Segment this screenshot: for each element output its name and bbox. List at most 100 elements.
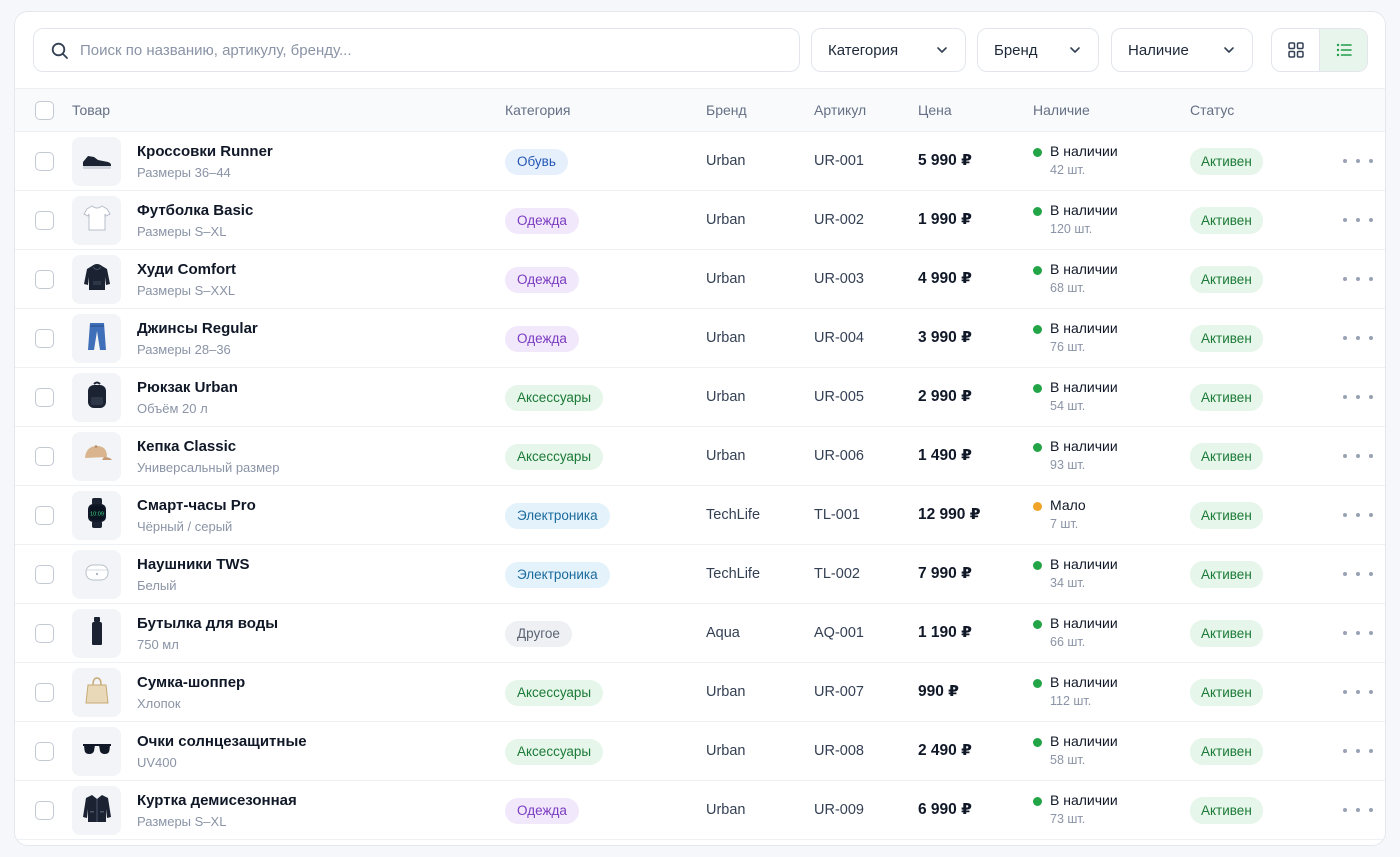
- table-row[interactable]: Куртка демисезонная Размеры S–XL Одежда Urb…: [15, 781, 1385, 840]
- product-name[interactable]: Кепка Classic: [137, 438, 236, 455]
- product-thumbnail: [72, 550, 121, 599]
- row-checkbox[interactable]: [35, 152, 54, 171]
- sneaker-icon: [80, 142, 114, 181]
- more-actions-icon[interactable]: [1343, 388, 1373, 406]
- smartwatch-icon: 10:09: [80, 496, 114, 535]
- table-row[interactable]: 10:09 Смарт-часы Pro Чёрный / серый Электро…: [15, 486, 1385, 545]
- table-row[interactable]: Рюкзак Urban Объём 20 л Аксессуары Urban UR-…: [15, 368, 1385, 427]
- more-actions-icon[interactable]: [1343, 152, 1373, 170]
- brand-cell: Urban: [706, 802, 746, 818]
- more-actions-icon[interactable]: [1343, 801, 1373, 819]
- row-checkbox[interactable]: [35, 270, 54, 289]
- product-name[interactable]: Наушники TWS: [137, 556, 250, 573]
- search-input[interactable]: [80, 29, 780, 71]
- status-badge: Активен: [1190, 384, 1263, 411]
- price-cell: 6 990 ₽: [918, 801, 972, 818]
- product-thumbnail: [72, 255, 121, 304]
- product-name[interactable]: Кроссовки Runner: [137, 143, 273, 160]
- grid-view-button[interactable]: [1272, 29, 1319, 71]
- category-badge: Другое: [505, 621, 572, 647]
- sku-cell: UR-005: [814, 389, 864, 405]
- table-row[interactable]: Сумка-шоппер Хлопок Аксессуары Urban UR-007 9…: [15, 663, 1385, 722]
- backpack-icon: [80, 378, 114, 417]
- category-badge: Электроника: [505, 562, 610, 588]
- stock-indicator-dot: [1033, 266, 1042, 275]
- table-row[interactable]: Худи Comfort Размеры S–XXL Одежда Urban UR-0…: [15, 250, 1385, 309]
- brand-cell: Urban: [706, 448, 746, 464]
- price-cell: 5 990 ₽: [918, 152, 972, 169]
- row-checkbox[interactable]: [35, 742, 54, 761]
- sunglasses-icon: [80, 732, 114, 771]
- table-row[interactable]: Джинсы Regular Размеры 28–36 Одежда Urban UR…: [15, 309, 1385, 368]
- product-name[interactable]: Джинсы Regular: [137, 320, 258, 337]
- row-checkbox[interactable]: [35, 801, 54, 820]
- stock-filter-label: Наличие: [1128, 41, 1189, 59]
- product-name[interactable]: Худи Comfort: [137, 261, 236, 278]
- more-actions-icon[interactable]: [1343, 270, 1373, 288]
- product-variant: Объём 20 л: [137, 401, 208, 416]
- status-badge: Активен: [1190, 148, 1263, 175]
- stock-quantity: 112 шт.: [1050, 694, 1092, 708]
- row-checkbox[interactable]: [35, 683, 54, 702]
- row-checkbox[interactable]: [35, 211, 54, 230]
- column-header-price[interactable]: Цена: [918, 89, 952, 131]
- row-checkbox[interactable]: [35, 624, 54, 643]
- table-row[interactable]: Бутылка для воды 750 мл Другое Aqua AQ-001 1 …: [15, 604, 1385, 663]
- status-badge: Активен: [1190, 561, 1263, 588]
- stock-status: В наличии: [1050, 438, 1118, 454]
- price-cell: 1 190 ₽: [918, 624, 972, 641]
- more-actions-icon[interactable]: [1343, 329, 1373, 347]
- stock-indicator-dot: [1033, 738, 1042, 747]
- product-name[interactable]: Футболка Basic: [137, 202, 253, 219]
- price-cell: 1 990 ₽: [918, 211, 972, 228]
- product-name[interactable]: Сумка-шоппер: [137, 674, 245, 691]
- product-name[interactable]: Бутылка для воды: [137, 615, 278, 632]
- brand-filter-dropdown[interactable]: Бренд: [977, 28, 1099, 72]
- column-header-status[interactable]: Статус: [1190, 89, 1234, 131]
- search-icon: [51, 42, 68, 59]
- stock-indicator-dot: [1033, 620, 1042, 629]
- brand-filter-label: Бренд: [994, 41, 1038, 59]
- table-row[interactable]: Наушники TWS Белый Электроника TechLife TL-0…: [15, 545, 1385, 604]
- status-badge: Активен: [1190, 443, 1263, 470]
- product-name[interactable]: Куртка демисезонная: [137, 792, 297, 809]
- table-row[interactable]: Футболка Basic Размеры S–XL Одежда Urban UR-…: [15, 191, 1385, 250]
- search-box[interactable]: [33, 28, 800, 72]
- row-checkbox[interactable]: [35, 565, 54, 584]
- row-checkbox[interactable]: [35, 506, 54, 525]
- stock-status: В наличии: [1050, 556, 1118, 572]
- more-actions-icon[interactable]: [1343, 565, 1373, 583]
- category-badge: Аксессуары: [505, 680, 604, 706]
- more-actions-icon[interactable]: [1343, 624, 1373, 642]
- product-name[interactable]: Очки солнцезащитные: [137, 733, 307, 750]
- column-header-stock[interactable]: Наличие: [1033, 89, 1090, 131]
- status-badge: Активен: [1190, 207, 1263, 234]
- column-header-category[interactable]: Категория: [505, 89, 570, 131]
- list-view-button[interactable]: [1319, 29, 1367, 71]
- more-actions-icon[interactable]: [1343, 506, 1373, 524]
- product-name[interactable]: Смарт-часы Pro: [137, 497, 256, 514]
- row-checkbox[interactable]: [35, 329, 54, 348]
- stock-status: В наличии: [1050, 674, 1118, 690]
- more-actions-icon[interactable]: [1343, 447, 1373, 465]
- table-row[interactable]: Кроссовки Runner Размеры 36–44 Обувь Urban U…: [15, 132, 1385, 191]
- category-filter-dropdown[interactable]: Категория: [811, 28, 966, 72]
- more-actions-icon[interactable]: [1343, 211, 1373, 229]
- column-header-sku[interactable]: Артикул: [814, 89, 866, 131]
- more-actions-icon[interactable]: [1343, 742, 1373, 760]
- row-checkbox[interactable]: [35, 388, 54, 407]
- product-variant: Хлопок: [137, 696, 181, 711]
- product-thumbnail: [72, 196, 121, 245]
- stock-filter-dropdown[interactable]: Наличие: [1111, 28, 1253, 72]
- table-row[interactable]: Очки солнцезащитные UV400 Аксессуары Urban U…: [15, 722, 1385, 781]
- more-actions-icon[interactable]: [1343, 683, 1373, 701]
- product-name[interactable]: Рюкзак Urban: [137, 379, 238, 396]
- select-all-checkbox[interactable]: [35, 101, 54, 120]
- status-badge: Активен: [1190, 620, 1263, 647]
- column-header-brand[interactable]: Бренд: [706, 89, 747, 131]
- brand-cell: TechLife: [706, 507, 761, 523]
- table-row[interactable]: Кепка Classic Универсальный размер Аксессу…: [15, 427, 1385, 486]
- column-header-product[interactable]: Товар: [72, 89, 110, 131]
- row-checkbox[interactable]: [35, 447, 54, 466]
- stock-indicator-dot: [1033, 679, 1042, 688]
